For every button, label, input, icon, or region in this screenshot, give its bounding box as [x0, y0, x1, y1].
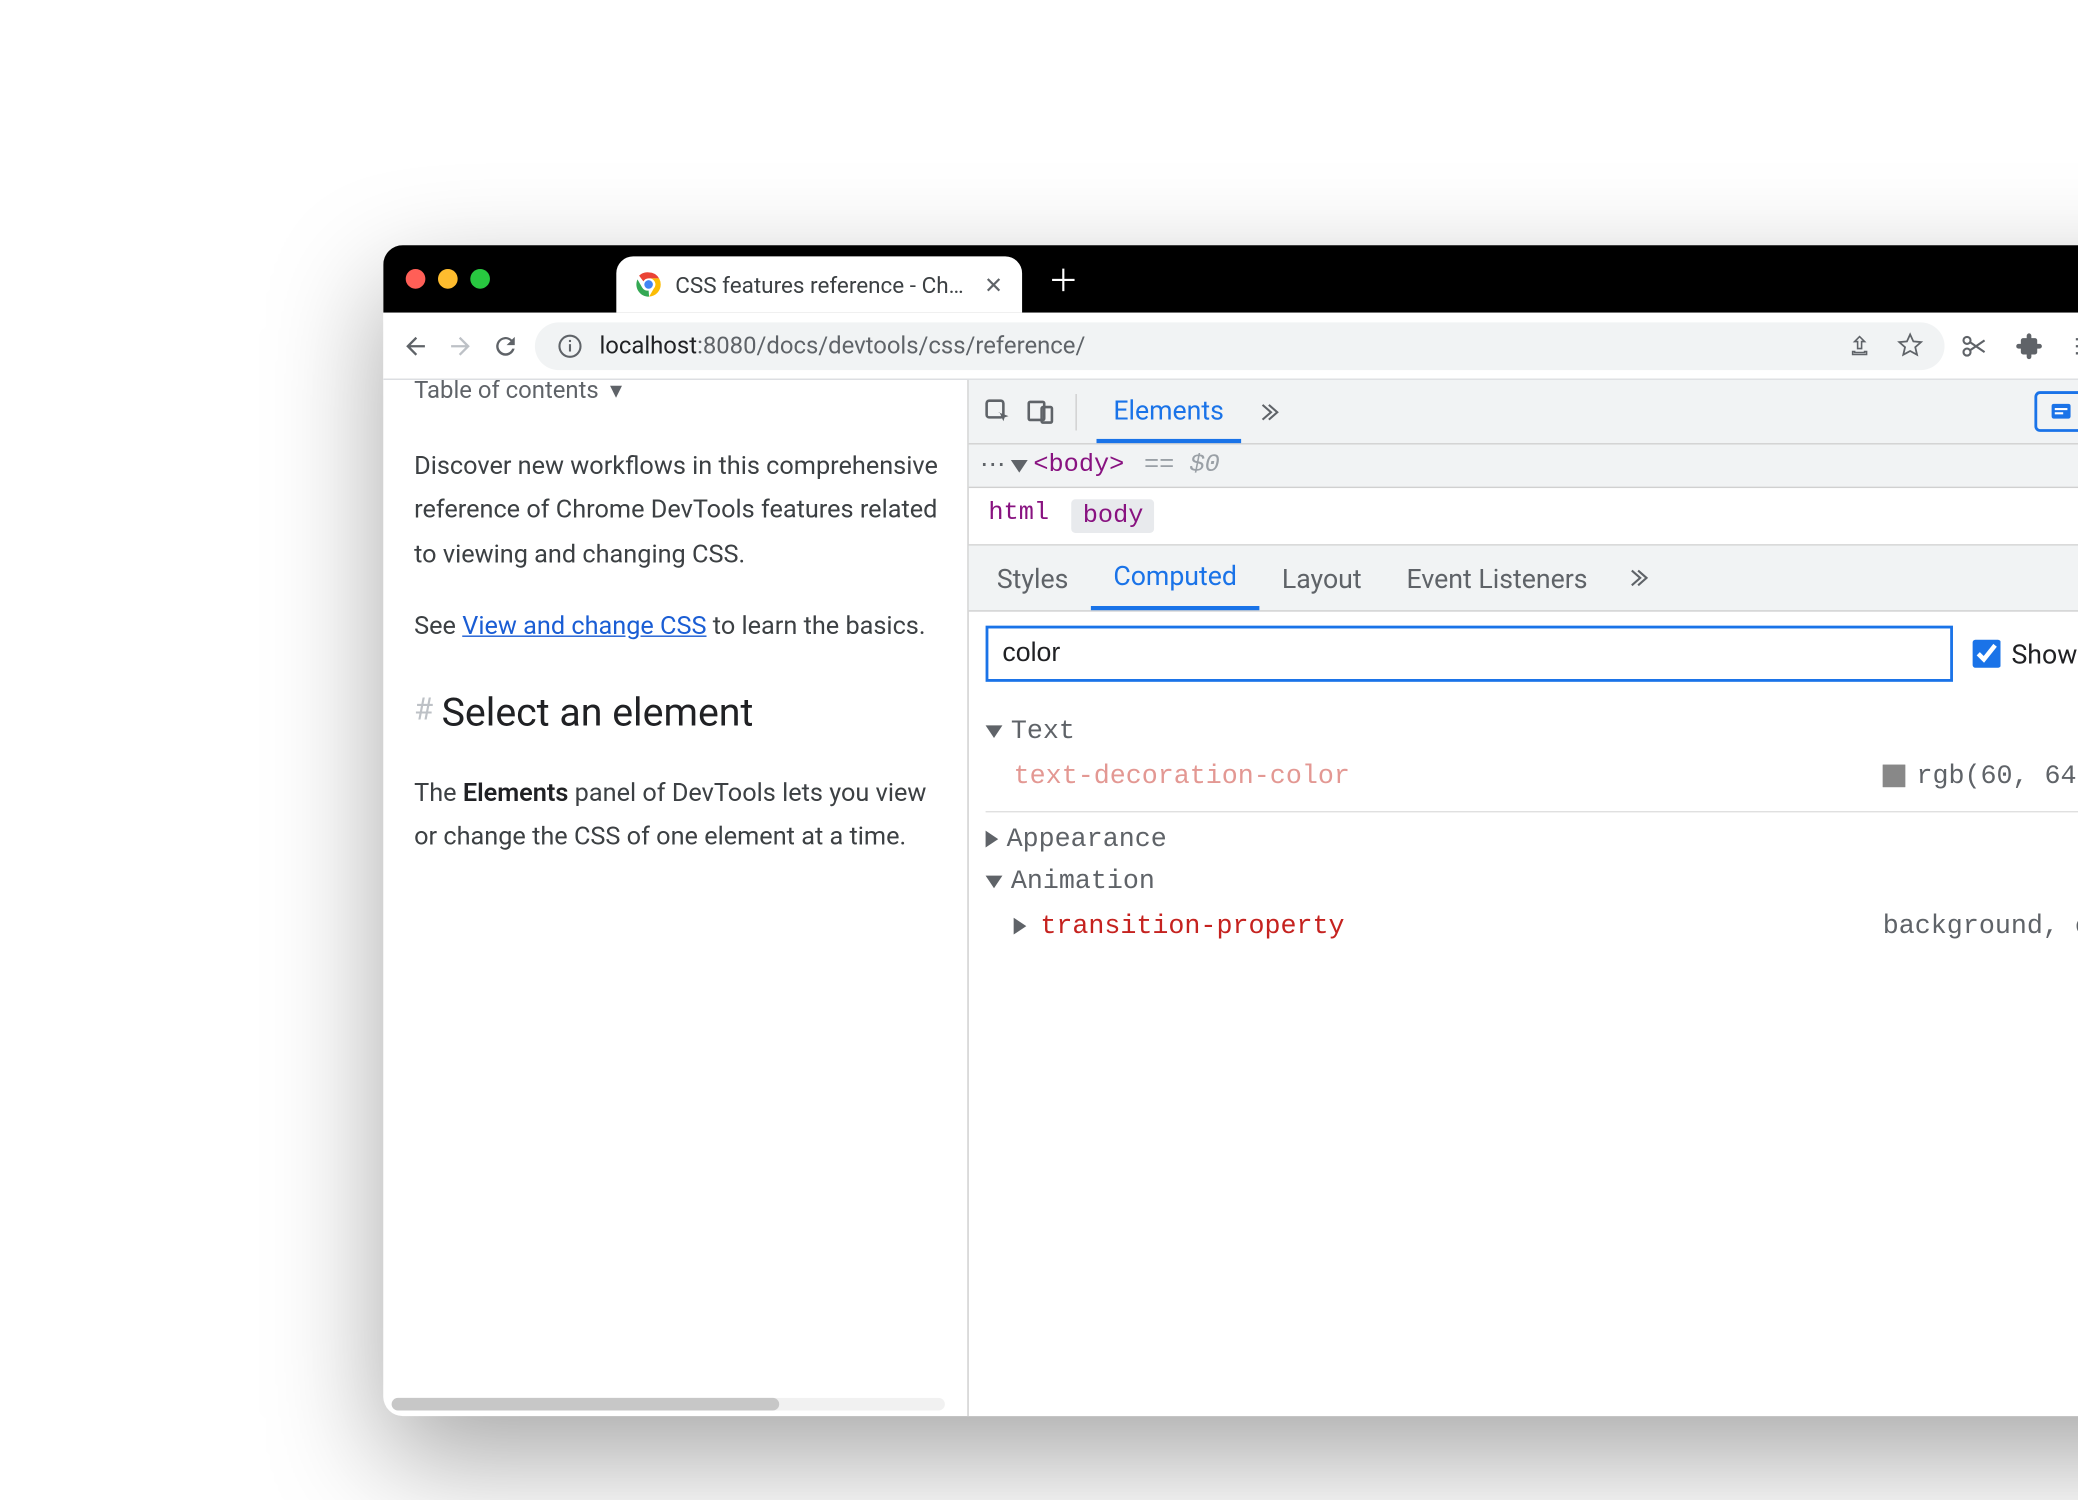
minimize-window-button[interactable] [438, 269, 458, 289]
devtools-toolbar: Elements 1 [969, 380, 2078, 445]
chevron-down-icon: ▾ [610, 380, 622, 413]
group-animation: Animation transition-property background… [986, 866, 2078, 961]
share-icon[interactable] [1843, 330, 1874, 361]
breadcrumb-html[interactable]: html [988, 499, 1049, 533]
view-change-css-link[interactable]: View and change CSS [462, 612, 706, 641]
tab-close-icon[interactable]: ✕ [984, 271, 1003, 298]
dom-breadcrumb: html body [969, 488, 2078, 546]
browser-toolbar: localhost:8080/docs/devtools/css/referen… [383, 313, 2078, 380]
inspect-element-icon[interactable] [983, 396, 1014, 427]
tab-elements[interactable]: Elements [1097, 380, 1241, 443]
color-swatch-icon[interactable] [1883, 765, 1905, 787]
expand-value-icon[interactable] [1014, 918, 1027, 935]
styles-pane-tabs: Styles Computed Layout Event Listeners [969, 546, 2078, 612]
show-all-checkbox[interactable]: Show all [1972, 638, 2078, 670]
prop-text-decoration-color[interactable]: text-decoration-color rgb(60, 64, 67) [986, 746, 2078, 812]
page-horizontal-scrollbar[interactable] [392, 1398, 945, 1411]
chrome-icon [636, 272, 661, 297]
filter-input[interactable] [986, 626, 1953, 682]
prop-transition-property[interactable]: transition-property background, color [986, 897, 2078, 962]
new-tab-button[interactable]: ＋ [1048, 256, 1079, 301]
bookmark-star-icon[interactable] [1894, 330, 1925, 361]
group-text: Text text-decoration-color rgb(60, 64, 6… [986, 716, 2078, 813]
close-window-button[interactable] [406, 269, 426, 289]
tab-layout[interactable]: Layout [1259, 548, 1384, 608]
breadcrumb-body[interactable]: body [1072, 499, 1155, 533]
dom-ellipsis: ⋯ [980, 450, 1005, 481]
dom-expand-icon[interactable] [1011, 459, 1028, 472]
titlebar: CSS features reference - Chron ✕ ＋ [383, 245, 2078, 312]
computed-properties-list: Text text-decoration-color rgb(60, 64, 6… [969, 696, 2078, 989]
scissors-icon[interactable] [1959, 330, 1990, 361]
traffic-lights [406, 269, 490, 289]
issues-badge[interactable]: 1 [2034, 391, 2078, 432]
tab-styles[interactable]: Styles [974, 548, 1091, 608]
nav-forward-icon [445, 330, 476, 361]
computed-filter-row: Show all Group [969, 612, 2078, 696]
expand-icon [986, 725, 1003, 738]
table-of-contents-toggle[interactable]: Table of contents ▾ [414, 380, 945, 413]
expand-icon [986, 831, 999, 848]
url-text: localhost:8080/docs/devtools/css/referen… [599, 332, 1085, 360]
devtools-panel: Elements 1 [967, 380, 2078, 1416]
tab-event-listeners[interactable]: Event Listeners [1384, 548, 1610, 608]
show-all-checkbox-input[interactable] [1972, 640, 2000, 668]
address-bar[interactable]: localhost:8080/docs/devtools/css/referen… [535, 322, 1945, 370]
documentation-page: Table of contents ▾ Discover new workflo… [383, 380, 967, 1416]
reading-list-icon[interactable] [2071, 330, 2078, 361]
expand-icon [986, 875, 1003, 888]
select-element-heading: # Select an element [414, 677, 945, 746]
group-appearance-header[interactable]: Appearance [986, 824, 2078, 855]
group-text-header[interactable]: Text [986, 716, 2078, 747]
content-area: Table of contents ▾ Discover new workflo… [383, 380, 2078, 1416]
more-subtabs-icon[interactable] [1621, 562, 1652, 593]
heading-anchor-icon[interactable]: # [414, 685, 433, 739]
elements-panel-paragraph: The Elements panel of DevTools lets you … [414, 771, 945, 859]
issues-icon [2048, 399, 2073, 424]
extensions-icon[interactable] [2015, 330, 2046, 361]
tab-title: CSS features reference - Chron [675, 271, 970, 298]
group-appearance: Appearance [986, 824, 2078, 855]
device-toggle-icon[interactable] [1025, 396, 1056, 427]
tab-computed[interactable]: Computed [1091, 546, 1260, 611]
nav-back-icon[interactable] [400, 330, 431, 361]
group-animation-header[interactable]: Animation [986, 866, 2078, 897]
page-scrollbar-thumb[interactable] [392, 1398, 779, 1411]
browser-tab[interactable]: CSS features reference - Chron ✕ [616, 256, 1022, 312]
intro-paragraph: Discover new workflows in this comprehen… [414, 444, 945, 577]
maximize-window-button[interactable] [470, 269, 490, 289]
site-info-icon[interactable] [555, 330, 586, 361]
browser-window: CSS features reference - Chron ✕ ＋ [383, 245, 2078, 1416]
dom-tree-row[interactable]: ⋯ <body> == $0 [969, 445, 2078, 489]
more-tabs-icon[interactable] [1252, 396, 1283, 427]
reload-icon[interactable] [490, 330, 521, 361]
see-also-paragraph: See View and change CSS to learn the bas… [414, 605, 945, 649]
